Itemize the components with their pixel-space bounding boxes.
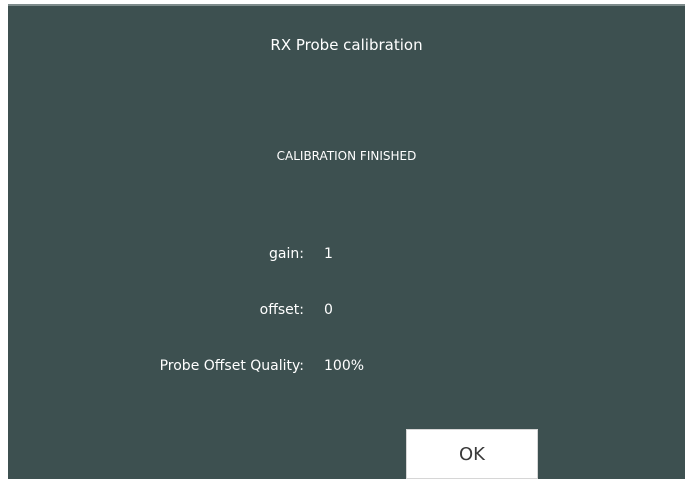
dialog-title: RX Probe calibration xyxy=(270,36,423,54)
gain-value: 1 xyxy=(324,246,333,262)
result-row-probe-offset-quality: Probe Offset Quality: 100% xyxy=(8,358,685,378)
result-row-offset: offset: 0 xyxy=(8,302,685,322)
calibration-status: CALIBRATION FINISHED xyxy=(276,149,417,163)
offset-label: offset: xyxy=(259,302,304,318)
result-row-gain: gain: 1 xyxy=(8,246,685,266)
probe-offset-quality-value: 100% xyxy=(324,358,365,374)
ok-button[interactable]: OK xyxy=(406,429,538,479)
offset-value: 0 xyxy=(324,302,333,318)
calibration-dialog: RX Probe calibration CALIBRATION FINISHE… xyxy=(8,4,685,479)
gain-label: gain: xyxy=(269,246,304,262)
probe-offset-quality-label: Probe Offset Quality: xyxy=(159,358,304,374)
